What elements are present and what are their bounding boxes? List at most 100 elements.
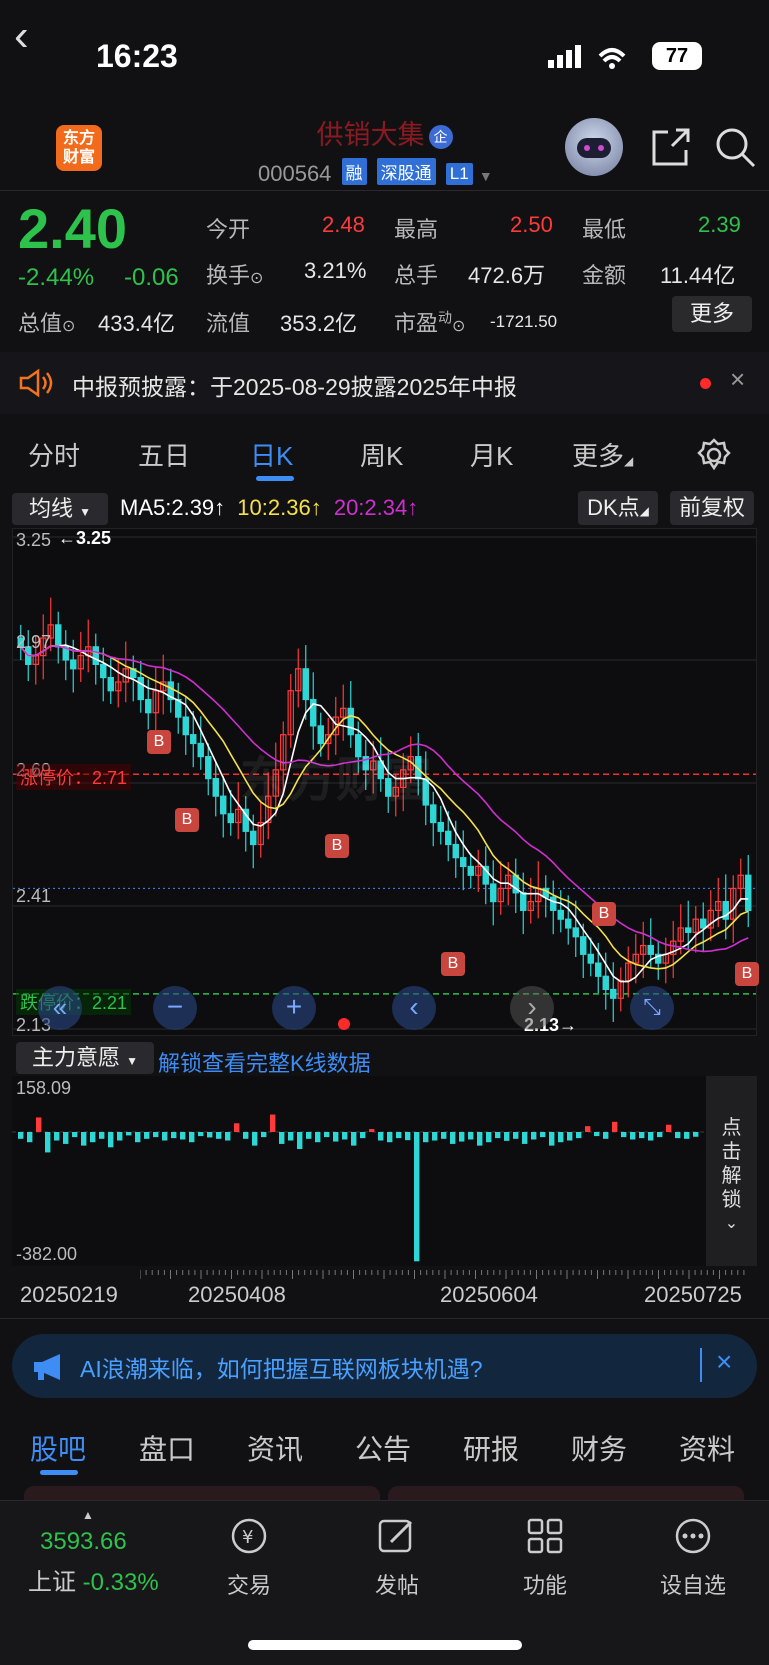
tab-research[interactable]: 研报 (463, 1428, 519, 1468)
tag-level: L1 (445, 163, 473, 185)
adjust-button[interactable]: 前复权 (670, 491, 754, 525)
search-icon[interactable] (714, 126, 758, 170)
tab-intraday[interactable]: 分时 (28, 436, 80, 473)
more-quote-button[interactable]: 更多 (672, 296, 752, 332)
buy-marker[interactable]: B (175, 808, 199, 832)
index-row[interactable]: 上证 -0.33% (28, 1562, 159, 1597)
change-amount: -0.06 (124, 264, 179, 291)
indicator-select[interactable]: 均线 ▼ (12, 493, 108, 525)
sub-indicator-select[interactable]: 主力意愿 ▼ (16, 1042, 154, 1074)
candle-body (70, 659, 77, 670)
unlock-button[interactable]: 点击解锁 ⌄ (706, 1076, 757, 1266)
dk-point-button[interactable]: DK点◢ (578, 491, 658, 525)
force-bar (675, 1132, 681, 1139)
current-price: 2.40 (18, 197, 127, 260)
tab-monthly-k[interactable]: 月K (470, 436, 513, 473)
candle-body (100, 663, 107, 679)
zoom-out-button[interactable]: − (153, 986, 197, 1030)
force-bar (378, 1132, 384, 1141)
candle-body (182, 716, 189, 736)
tab-profile[interactable]: 资料 (679, 1428, 735, 1468)
scroll-right-button[interactable]: › (510, 986, 554, 1030)
force-bar (387, 1132, 393, 1143)
force-bar (27, 1132, 33, 1143)
force-bar (504, 1132, 510, 1141)
tab-weekly-k[interactable]: 周K (360, 436, 403, 473)
turnover-label[interactable]: 换手⊙ (206, 258, 263, 290)
force-bar (216, 1132, 222, 1139)
high-value: 2.50 (510, 212, 553, 237)
buy-marker[interactable]: B (325, 834, 349, 858)
force-bar (423, 1132, 429, 1143)
force-bar (207, 1132, 213, 1138)
share-icon[interactable] (650, 126, 692, 168)
tab-indicator (256, 476, 294, 481)
tab-more[interactable]: 更多◢ (572, 436, 633, 473)
candle-body (647, 944, 654, 955)
battery-indicator: 77 (652, 42, 702, 70)
fullscreen-icon[interactable]: ⤡ (630, 986, 674, 1030)
force-bar (486, 1132, 492, 1143)
force-bar (135, 1132, 141, 1143)
index-value[interactable]: 3593.66 (40, 1528, 127, 1556)
nav-functions[interactable]: 功能 (490, 1516, 600, 1600)
high-marker: ←3.25 (58, 528, 112, 548)
y-tick-top: 3.25 (16, 530, 52, 550)
tab-daily-k[interactable]: 日K (250, 436, 293, 473)
tab-orderbook[interactable]: 盘口 (139, 1428, 195, 1468)
ai-banner[interactable]: AI浪潮来临，如何把握互联网板块机遇? × (12, 1334, 757, 1398)
tab-announcements[interactable]: 公告 (355, 1428, 411, 1468)
candle-body (250, 830, 257, 846)
force-bar (162, 1132, 168, 1141)
force-bar (351, 1132, 357, 1146)
force-bar (279, 1132, 285, 1144)
candle-body (580, 936, 587, 955)
force-bar (540, 1132, 546, 1138)
buy-marker[interactable]: B (592, 902, 616, 926)
force-bar (531, 1132, 537, 1140)
nav-post[interactable]: 发帖 (342, 1516, 452, 1600)
buy-marker[interactable]: B (735, 962, 759, 986)
buy-marker[interactable]: B (441, 952, 465, 976)
force-bar (117, 1132, 123, 1141)
force-bar (288, 1132, 294, 1141)
nav-add-watchlist[interactable]: 设自选 (638, 1516, 748, 1600)
pe-label[interactable]: 市盈动⊙ (394, 306, 465, 338)
back-icon[interactable]: ‹ (14, 14, 54, 58)
candle-body (445, 830, 452, 846)
tab-five-day[interactable]: 五日 (138, 436, 190, 473)
zoom-in-button[interactable]: + (272, 986, 316, 1030)
scroll-left-far-button[interactable]: « (38, 986, 82, 1030)
more-dots-icon (675, 1518, 711, 1554)
gear-icon[interactable] (697, 438, 731, 472)
force-bar (90, 1132, 96, 1143)
candle-body (572, 927, 579, 938)
assistant-robot-icon[interactable] (565, 118, 623, 176)
report-notice[interactable]: 中报预披露：于2025-08-29披露2025年中报 × (0, 352, 769, 414)
tab-financials[interactable]: 财务 (571, 1428, 627, 1468)
buy-marker[interactable]: B (147, 730, 171, 754)
force-bar (648, 1132, 654, 1141)
tab-forum[interactable]: 股吧 (30, 1428, 86, 1468)
notice-close-icon[interactable]: × (730, 364, 745, 395)
stock-code-row[interactable]: 000564 融 深股通 L1 ▼ (258, 158, 493, 187)
force-bar (369, 1129, 375, 1132)
megaphone-icon (34, 1354, 60, 1380)
ma5-line (20, 644, 749, 983)
force-bar (234, 1123, 240, 1132)
unlock-link[interactable]: 解锁查看完整K线数据 (158, 1046, 371, 1078)
force-bar (198, 1132, 204, 1137)
scroll-left-button[interactable]: ‹ (392, 986, 436, 1030)
force-bar (630, 1132, 636, 1140)
force-bar (558, 1132, 564, 1143)
nav-trade[interactable]: ¥ 交易 (194, 1516, 304, 1600)
banner-close-icon[interactable]: × (716, 1346, 732, 1378)
index-name: 上证 (28, 1569, 76, 1596)
candle-body (347, 707, 354, 736)
low-label: 最低 (582, 217, 627, 242)
tag-margin: 融 (341, 158, 367, 185)
force-bar (450, 1132, 456, 1144)
tab-news[interactable]: 资讯 (247, 1428, 303, 1468)
date-ticks (140, 1270, 745, 1279)
force-bar (522, 1132, 528, 1144)
